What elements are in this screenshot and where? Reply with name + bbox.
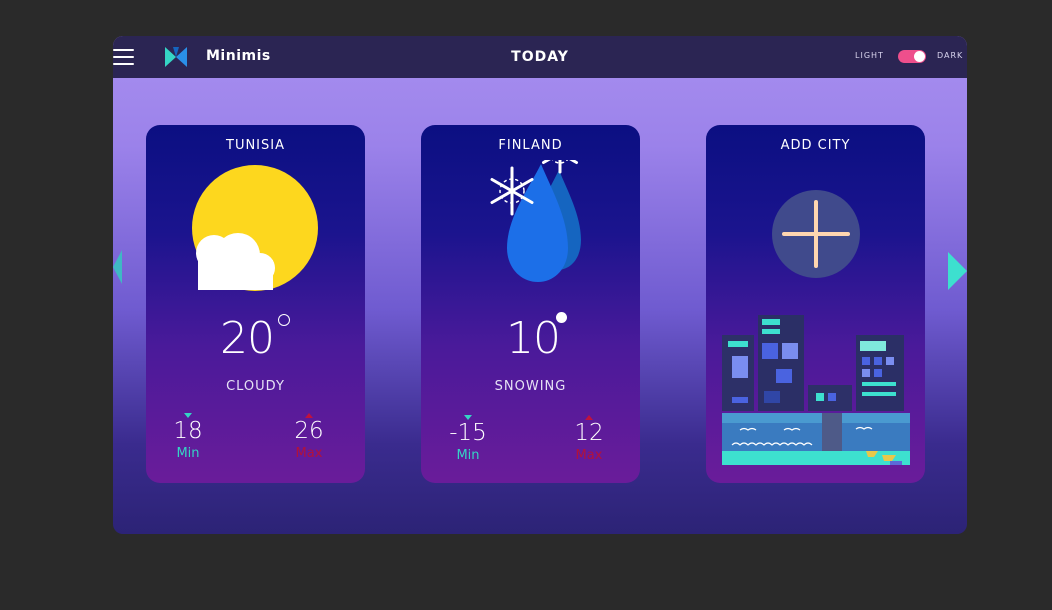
max-temp: 26	[294, 418, 324, 444]
weather-card-finland[interactable]: FINLAND 10 SNOWING -15 Min 12 Max	[421, 125, 640, 483]
degree-icon	[278, 314, 290, 326]
weather-app-window: Minimis TODAY LIGHT DARK TUNISIA 20 CLOU…	[113, 36, 967, 534]
min-label: Min	[176, 446, 200, 461]
condition: SNOWING	[494, 379, 567, 394]
dark-mode-label: DARK	[937, 51, 964, 60]
degree-icon	[556, 312, 567, 323]
previous-arrow-icon[interactable]	[113, 250, 122, 284]
min-temp: -15	[449, 420, 487, 446]
page-title: TODAY	[511, 49, 569, 65]
max-block: 12 Max	[559, 415, 619, 463]
light-mode-label: LIGHT	[855, 51, 884, 60]
theme-toggle[interactable]	[898, 50, 926, 63]
city-name: TUNISIA	[226, 138, 285, 153]
condition: CLOUDY	[226, 379, 285, 394]
max-block: 26 Max	[279, 413, 339, 461]
toggle-knob	[914, 51, 925, 62]
add-city-card[interactable]: ADD CITY	[706, 125, 925, 483]
sun-cloud-icon	[192, 165, 318, 291]
add-city-title: ADD CITY	[780, 138, 851, 153]
min-temp: 18	[173, 418, 203, 444]
temperature: 20	[220, 313, 275, 364]
snow-drops-icon	[490, 160, 581, 282]
city-name: FINLAND	[498, 138, 563, 153]
min-block: 18 Min	[158, 413, 218, 461]
weather-card-tunisia[interactable]: TUNISIA 20 CLOUDY 18 Min 26 Max	[146, 125, 365, 483]
min-label: Min	[456, 448, 480, 463]
top-bar: Minimis TODAY LIGHT DARK	[113, 36, 967, 78]
plus-icon[interactable]	[772, 190, 860, 278]
min-block: -15 Min	[438, 415, 498, 463]
next-arrow-icon[interactable]	[948, 252, 967, 290]
city-skyline-illustration	[722, 315, 910, 465]
max-label: Max	[295, 446, 323, 461]
max-temp: 12	[574, 420, 604, 446]
temperature: 10	[506, 313, 561, 364]
max-label: Max	[575, 448, 603, 463]
